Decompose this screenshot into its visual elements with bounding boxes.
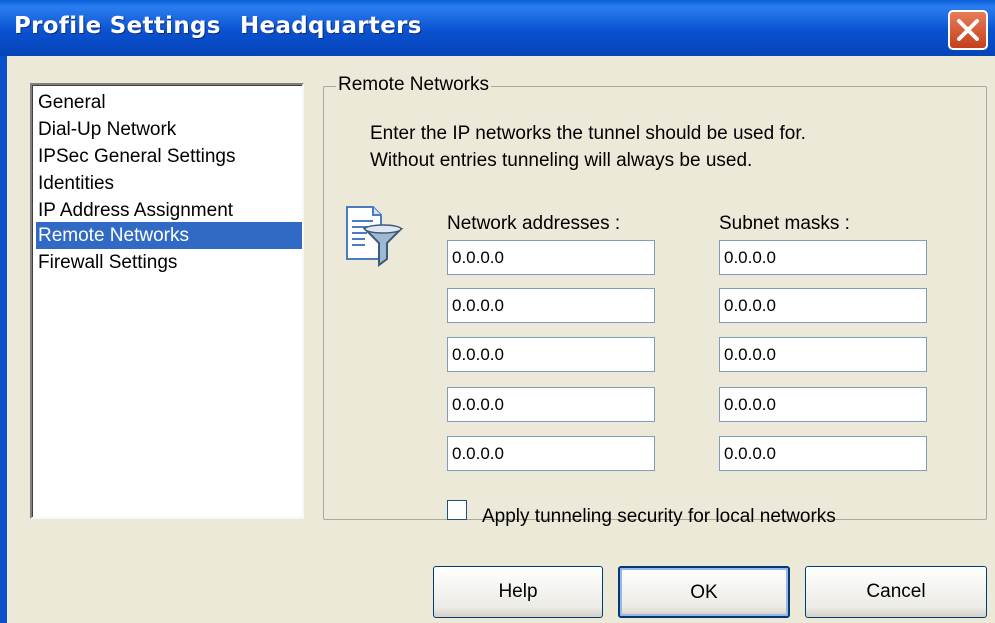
subnet-mask-field-2[interactable]: 0.0.0.0	[719, 288, 927, 323]
settings-nav-list[interactable]: General Dial-Up Network IPSec General Se…	[30, 83, 304, 519]
network-addresses-header: Network addresses :	[447, 213, 621, 234]
network-address-field-4[interactable]: 0.0.0.0	[447, 387, 655, 422]
description-line-1: Enter the IP networks the tunnel should …	[370, 123, 806, 144]
ok-button[interactable]: OK	[618, 566, 790, 618]
nav-item-remote-networks[interactable]: Remote Networks	[36, 222, 302, 249]
profile-name: Headquarters	[240, 13, 422, 39]
network-address-field-5[interactable]: 0.0.0.0	[447, 436, 655, 471]
nav-item-ip-address-assignment[interactable]: IP Address Assignment	[36, 197, 302, 224]
nav-item-general[interactable]: General	[36, 89, 302, 116]
subnet-masks-header: Subnet masks :	[719, 213, 850, 234]
description-line-2: Without entries tunneling will always be…	[370, 150, 753, 171]
close-button[interactable]	[948, 10, 988, 50]
subnet-mask-field-3[interactable]: 0.0.0.0	[719, 337, 927, 372]
title-bar[interactable]: Profile Settings Headquarters	[0, 0, 995, 56]
nav-item-identities[interactable]: Identities	[36, 170, 302, 197]
profile-settings-dialog: Profile Settings Headquarters General Di…	[0, 0, 995, 623]
nav-item-dial-up-network[interactable]: Dial-Up Network	[36, 116, 302, 143]
subnet-mask-field-5[interactable]: 0.0.0.0	[719, 436, 927, 471]
tunneling-security-label[interactable]: Apply tunneling security for local netwo…	[482, 506, 836, 528]
cancel-button[interactable]: Cancel	[805, 566, 987, 618]
window-title: Profile Settings	[14, 13, 221, 39]
window-border	[0, 56, 7, 623]
subnet-mask-field-1[interactable]: 0.0.0.0	[719, 240, 927, 275]
nav-item-ipsec-general-settings[interactable]: IPSec General Settings	[36, 143, 302, 170]
group-legend: Remote Networks	[336, 74, 491, 96]
network-address-field-2[interactable]: 0.0.0.0	[447, 288, 655, 323]
tunneling-security-checkbox[interactable]	[447, 500, 467, 520]
help-button[interactable]: Help	[433, 566, 603, 618]
nav-item-firewall-settings[interactable]: Firewall Settings	[36, 249, 302, 276]
network-address-field-3[interactable]: 0.0.0.0	[447, 337, 655, 372]
close-icon	[957, 19, 979, 41]
subnet-mask-field-4[interactable]: 0.0.0.0	[719, 387, 927, 422]
network-filter-icon	[346, 206, 404, 267]
network-address-field-1[interactable]: 0.0.0.0	[447, 240, 655, 275]
